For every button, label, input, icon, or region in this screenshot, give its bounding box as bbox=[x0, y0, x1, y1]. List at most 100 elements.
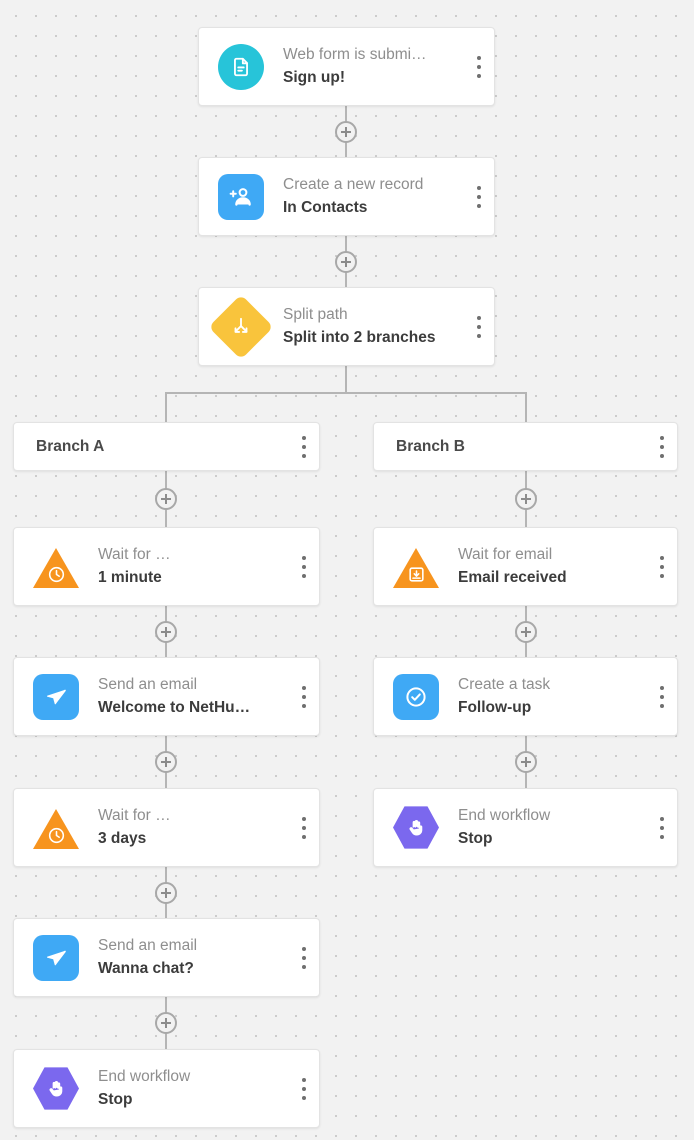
kebab-dot bbox=[302, 435, 306, 440]
add-step-button-trunk-2[interactable] bbox=[335, 250, 357, 273]
workflow-node-wait-for-email[interactable]: Wait for email Email received bbox=[373, 527, 678, 606]
workflow-node-create-record[interactable]: Create a new record In Contacts bbox=[198, 157, 495, 236]
workflow-canvas[interactable]: Web form is submi… Sign up! Create a new r… bbox=[0, 0, 694, 1140]
kebab-dot bbox=[302, 946, 306, 951]
node-menu-button[interactable] bbox=[464, 288, 494, 365]
branch-header-branch-b[interactable]: Branch B bbox=[373, 422, 678, 471]
node-icon bbox=[33, 673, 79, 720]
add-step-button-branch-b-3[interactable] bbox=[515, 751, 537, 773]
workflow-node-wait-1-minute[interactable]: Wait for … 1 minute bbox=[13, 527, 320, 606]
node-menu-button[interactable] bbox=[289, 789, 319, 866]
node-menu-button[interactable] bbox=[647, 423, 677, 470]
node-title: 3 days bbox=[98, 829, 147, 847]
connector-line-vertical bbox=[345, 366, 347, 393]
kebab-dot bbox=[302, 453, 306, 458]
workflow-node-wait-3-days[interactable]: Wait for … 3 days bbox=[13, 788, 320, 867]
node-menu-button[interactable] bbox=[464, 28, 494, 105]
workflow-node-send-email-chat[interactable]: Send an email Wanna chat? bbox=[13, 918, 320, 997]
add-step-button-branch-a-3[interactable] bbox=[155, 751, 177, 773]
node-title: Stop bbox=[458, 829, 493, 847]
kebab-dot bbox=[660, 564, 664, 569]
node-title: Stop bbox=[98, 1090, 133, 1108]
kebab-dot bbox=[302, 573, 306, 578]
node-subtitle: Send an email bbox=[98, 936, 198, 954]
kebab-dot bbox=[660, 703, 664, 708]
node-icon-shape bbox=[218, 173, 264, 220]
node-text: Wait for … 1 minute bbox=[98, 545, 289, 588]
node-title: Welcome to NetHu… bbox=[98, 698, 251, 716]
kebab-dot bbox=[477, 64, 481, 69]
node-title: Wanna chat? bbox=[98, 959, 194, 977]
node-menu-button[interactable] bbox=[289, 1050, 319, 1127]
node-text: End workflow Stop bbox=[458, 806, 647, 849]
node-title: Sign up! bbox=[283, 68, 345, 86]
kebab-dot bbox=[302, 1086, 306, 1091]
node-subtitle: Web form is submi… bbox=[283, 45, 427, 63]
node-menu-button[interactable] bbox=[289, 528, 319, 605]
add-step-button-branch-a-5[interactable] bbox=[155, 1012, 177, 1034]
node-subtitle: Split path bbox=[283, 305, 348, 323]
node-menu-button[interactable] bbox=[647, 528, 677, 605]
kebab-dot bbox=[477, 194, 481, 199]
branch-label: Branch A bbox=[36, 437, 105, 455]
node-menu-button[interactable] bbox=[289, 423, 319, 470]
kebab-dot bbox=[302, 555, 306, 560]
kebab-dot bbox=[660, 453, 664, 458]
node-icon bbox=[218, 43, 264, 90]
kebab-dot bbox=[660, 573, 664, 578]
node-subtitle: End workflow bbox=[98, 1067, 191, 1085]
kebab-dot bbox=[660, 555, 664, 560]
add-step-button-trunk-1[interactable] bbox=[335, 120, 357, 143]
workflow-node-create-task[interactable]: Create a task Follow-up bbox=[373, 657, 678, 736]
kebab-dot bbox=[660, 816, 664, 821]
kebab-dot bbox=[660, 444, 664, 449]
workflow-node-send-email-welcome[interactable]: Send an email Welcome to NetHu… bbox=[13, 657, 320, 736]
add-step-button-branch-a-4[interactable] bbox=[155, 881, 177, 904]
node-menu-button[interactable] bbox=[464, 158, 494, 235]
workflow-node-end-workflow-b[interactable]: End workflow Stop bbox=[373, 788, 678, 867]
node-title: Email received bbox=[458, 568, 567, 586]
node-icon bbox=[33, 934, 79, 981]
node-menu-button[interactable] bbox=[647, 658, 677, 735]
add-step-button-branch-a-1[interactable] bbox=[155, 488, 177, 510]
node-subtitle: Wait for email bbox=[458, 545, 553, 563]
workflow-node-split-path[interactable]: Split path Split into 2 branches bbox=[198, 287, 495, 366]
kebab-dot bbox=[302, 694, 306, 699]
kebab-dot bbox=[302, 834, 306, 839]
kebab-dot bbox=[660, 435, 664, 440]
node-subtitle: Create a new record bbox=[283, 175, 424, 193]
kebab-dot bbox=[660, 685, 664, 690]
kebab-dot bbox=[477, 324, 481, 329]
kebab-dot bbox=[302, 816, 306, 821]
node-icon bbox=[393, 673, 439, 720]
node-menu-button[interactable] bbox=[647, 789, 677, 866]
kebab-dot bbox=[302, 1077, 306, 1082]
workflow-node-end-workflow-a[interactable]: End workflow Stop bbox=[13, 1049, 320, 1128]
add-step-button-branch-b-2[interactable] bbox=[515, 620, 537, 643]
node-text: Split path Split into 2 branches bbox=[283, 305, 464, 348]
node-title: Follow-up bbox=[458, 698, 532, 716]
branch-header-branch-a[interactable]: Branch A bbox=[13, 422, 320, 471]
node-icon-shape bbox=[33, 934, 79, 981]
kebab-dot bbox=[477, 333, 481, 338]
kebab-dot bbox=[477, 185, 481, 190]
kebab-dot bbox=[302, 1095, 306, 1100]
node-subtitle: Create a task bbox=[458, 675, 551, 693]
node-text: Create a task Follow-up bbox=[458, 675, 647, 718]
node-icon bbox=[393, 805, 439, 851]
add-step-button-branch-a-2[interactable] bbox=[155, 620, 177, 643]
node-text: Send an email Wanna chat? bbox=[98, 936, 289, 979]
node-text: Send an email Welcome to NetHu… bbox=[98, 675, 289, 718]
node-icon-shape bbox=[218, 43, 264, 90]
node-icon-shape bbox=[33, 808, 79, 849]
node-icon bbox=[218, 173, 264, 220]
kebab-dot bbox=[302, 703, 306, 708]
add-step-button-branch-b-1[interactable] bbox=[515, 488, 537, 510]
workflow-node-web-form[interactable]: Web form is submi… Sign up! bbox=[198, 27, 495, 106]
node-text: Wait for … 3 days bbox=[98, 806, 289, 849]
kebab-dot bbox=[660, 834, 664, 839]
node-menu-button[interactable] bbox=[289, 919, 319, 996]
node-icon bbox=[208, 293, 274, 360]
connector-line-horizontal bbox=[165, 392, 527, 394]
node-menu-button[interactable] bbox=[289, 658, 319, 735]
